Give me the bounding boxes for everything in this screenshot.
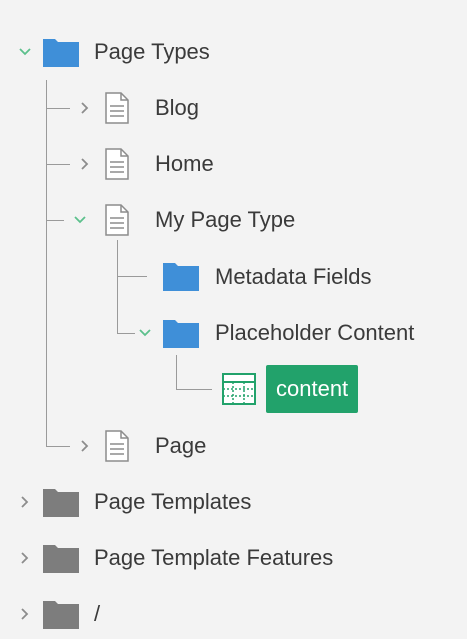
chevron-down-icon[interactable] bbox=[18, 45, 32, 59]
tree-node-blog[interactable]: Blog bbox=[155, 88, 199, 128]
tree-guide-line bbox=[46, 220, 64, 221]
chevron-down-icon[interactable] bbox=[73, 213, 87, 227]
page-types-tree: Page Types Blog Home My Page Type Metada… bbox=[0, 0, 467, 639]
tree-guide-line bbox=[117, 240, 118, 334]
tree-node-placeholder-content[interactable]: Placeholder Content bbox=[215, 313, 414, 353]
tree-node-page-template-features[interactable]: Page Template Features bbox=[94, 538, 333, 578]
chevron-down-icon[interactable] bbox=[138, 326, 152, 340]
document-icon bbox=[105, 204, 129, 236]
tree-guide-line bbox=[176, 355, 177, 389]
chevron-right-icon[interactable] bbox=[78, 101, 92, 115]
tree-node-metadata-fields[interactable]: Metadata Fields bbox=[215, 257, 372, 297]
tree-node-content-selected[interactable]: content bbox=[266, 365, 359, 413]
folder-icon bbox=[43, 601, 79, 629]
tree-node-page[interactable]: Page bbox=[155, 426, 206, 466]
tree-node-label: Page Types bbox=[94, 39, 210, 64]
folder-icon bbox=[163, 263, 199, 291]
chevron-right-icon[interactable] bbox=[18, 551, 32, 565]
tree-guide-line bbox=[46, 446, 70, 447]
tree-node-my-page-type[interactable]: My Page Type bbox=[155, 200, 295, 240]
tree-node-label: / bbox=[94, 601, 101, 626]
folder-icon bbox=[43, 489, 79, 517]
tree-guide-line bbox=[46, 108, 70, 109]
tree-node-root-slash[interactable]: / bbox=[94, 594, 100, 634]
folder-icon bbox=[43, 545, 79, 573]
tree-node-label: Metadata Fields bbox=[215, 264, 372, 289]
tree-guide-line bbox=[46, 80, 47, 446]
tree-node-label: Placeholder Content bbox=[215, 320, 415, 345]
chevron-right-icon[interactable] bbox=[78, 157, 92, 171]
document-icon bbox=[105, 92, 129, 124]
tree-guide-line bbox=[117, 333, 135, 334]
tree-node-label: content bbox=[276, 376, 349, 401]
chevron-right-icon[interactable] bbox=[18, 495, 32, 509]
folder-icon bbox=[163, 320, 199, 348]
tree-node-label: Page Templates bbox=[94, 489, 252, 514]
grid-icon bbox=[222, 373, 256, 405]
tree-node-label: My Page Type bbox=[155, 207, 296, 232]
tree-guide-line bbox=[46, 164, 70, 165]
chevron-right-icon[interactable] bbox=[18, 607, 32, 621]
tree-node-home[interactable]: Home bbox=[155, 144, 214, 184]
document-icon bbox=[105, 148, 129, 180]
tree-node-page-templates[interactable]: Page Templates bbox=[94, 482, 251, 522]
folder-icon bbox=[43, 39, 79, 67]
chevron-right-icon[interactable] bbox=[78, 439, 92, 453]
tree-node-label: Page Template Features bbox=[94, 545, 334, 570]
tree-guide-line bbox=[117, 276, 147, 277]
tree-node-label: Blog bbox=[155, 95, 200, 120]
tree-guide-line bbox=[176, 389, 212, 390]
tree-node-label: Page bbox=[155, 433, 207, 458]
document-icon bbox=[105, 430, 129, 462]
tree-node-page-types[interactable]: Page Types bbox=[94, 32, 210, 72]
tree-node-label: Home bbox=[155, 151, 214, 176]
